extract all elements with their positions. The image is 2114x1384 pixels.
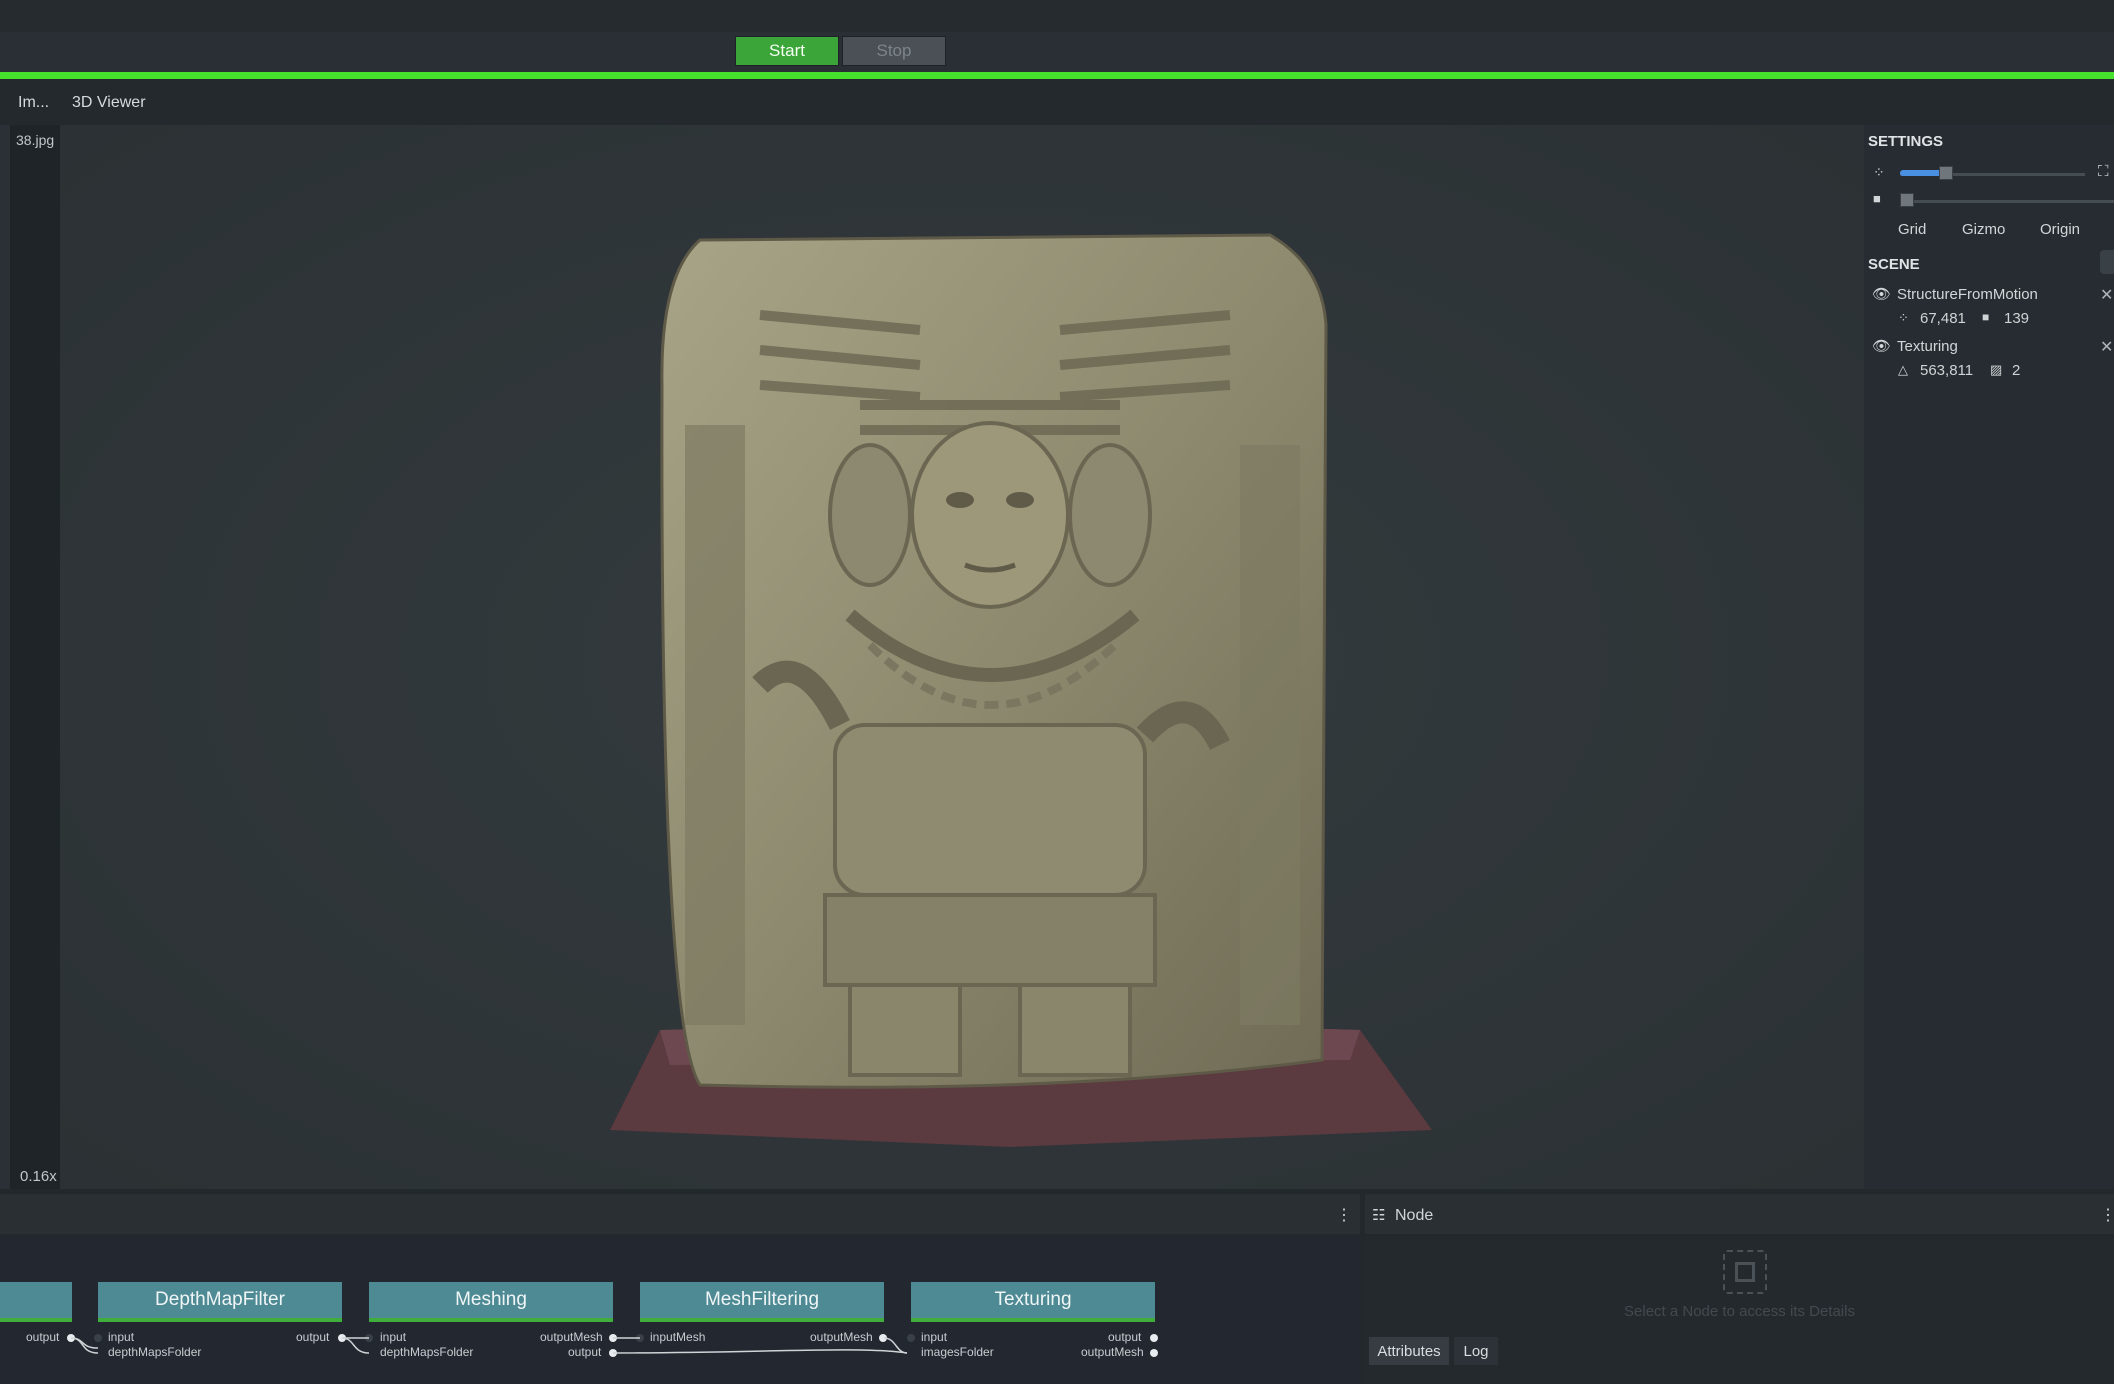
graph-menu-icon[interactable]: ⋮ bbox=[1336, 1205, 1352, 1225]
remove-icon[interactable]: ✕ bbox=[2100, 337, 2113, 357]
current-image-filename: 38.jpg bbox=[16, 132, 55, 148]
texture-count: 2 bbox=[2012, 362, 2021, 379]
visibility-eye-icon[interactable]: 👁 bbox=[1872, 337, 1891, 355]
camera-icon: ■ bbox=[1873, 191, 1881, 206]
3d-viewport[interactable] bbox=[60, 125, 1864, 1189]
scene-item-name[interactable]: StructureFromMotion bbox=[1897, 286, 2038, 303]
textured-mesh-render bbox=[60, 125, 1864, 1189]
grid-toggle[interactable]: Grid bbox=[1898, 221, 1926, 238]
point-count: 67,481 bbox=[1920, 310, 1966, 327]
origin-toggle[interactable]: Origin bbox=[2040, 221, 2080, 238]
tab-3d-viewer[interactable]: 3D Viewer bbox=[72, 94, 146, 112]
tab-log[interactable]: Log bbox=[1454, 1337, 1498, 1365]
graph-edges bbox=[70, 1337, 908, 1354]
title-bar bbox=[0, 0, 2114, 32]
tab-image-gallery[interactable]: Im... bbox=[18, 94, 49, 112]
tab-bar bbox=[0, 79, 2114, 125]
texture-count-icon: ▨ bbox=[1990, 362, 2003, 377]
camera-scale-slider[interactable] bbox=[1900, 200, 2114, 203]
scene-item-name[interactable]: Texturing bbox=[1897, 338, 1958, 355]
point-size-icon: ⁘ bbox=[1873, 164, 1885, 180]
node-settings-icon: ☷ bbox=[1372, 1207, 1386, 1224]
node-menu-icon[interactable]: ⋮ bbox=[2100, 1205, 2114, 1225]
fit-view-icon[interactable]: ⛶ bbox=[2098, 163, 2109, 180]
camera-count: 139 bbox=[2004, 310, 2030, 327]
stop-button[interactable]: Stop bbox=[842, 36, 946, 66]
point-count-icon: ⁘ bbox=[1898, 310, 1909, 325]
node-placeholder-icon bbox=[1723, 1250, 1767, 1294]
triangle-count-icon: △ bbox=[1898, 362, 1908, 377]
visibility-eye-icon[interactable]: 👁 bbox=[1872, 285, 1891, 303]
settings-panel bbox=[1864, 125, 2114, 1189]
image-strip[interactable] bbox=[10, 125, 60, 1189]
scene-options-icon[interactable] bbox=[2100, 250, 2114, 274]
node-panel-hint: Select a Node to access its Details bbox=[1624, 1303, 1855, 1320]
node-panel-header bbox=[1365, 1194, 2114, 1234]
start-button[interactable]: Start bbox=[735, 36, 839, 66]
tab-attributes[interactable]: Attributes bbox=[1369, 1337, 1449, 1365]
point-size-slider-handle[interactable] bbox=[1939, 166, 1953, 180]
progress-bar bbox=[0, 72, 2114, 79]
settings-title: SETTINGS bbox=[1868, 133, 1944, 150]
remove-icon[interactable]: ✕ bbox=[2100, 285, 2113, 305]
node-panel-title: Node bbox=[1395, 1207, 1434, 1224]
triangle-count: 563,811 bbox=[1920, 362, 1974, 379]
scene-title: SCENE bbox=[1868, 256, 1920, 273]
camera-count-icon: ■ bbox=[1982, 310, 1990, 324]
gizmo-toggle[interactable]: Gizmo bbox=[1962, 221, 2005, 238]
zoom-level: 0.16x bbox=[20, 1168, 57, 1185]
toolbar bbox=[0, 32, 2114, 72]
camera-scale-slider-handle[interactable] bbox=[1900, 193, 1914, 207]
graph-editor-header bbox=[0, 1194, 1360, 1234]
